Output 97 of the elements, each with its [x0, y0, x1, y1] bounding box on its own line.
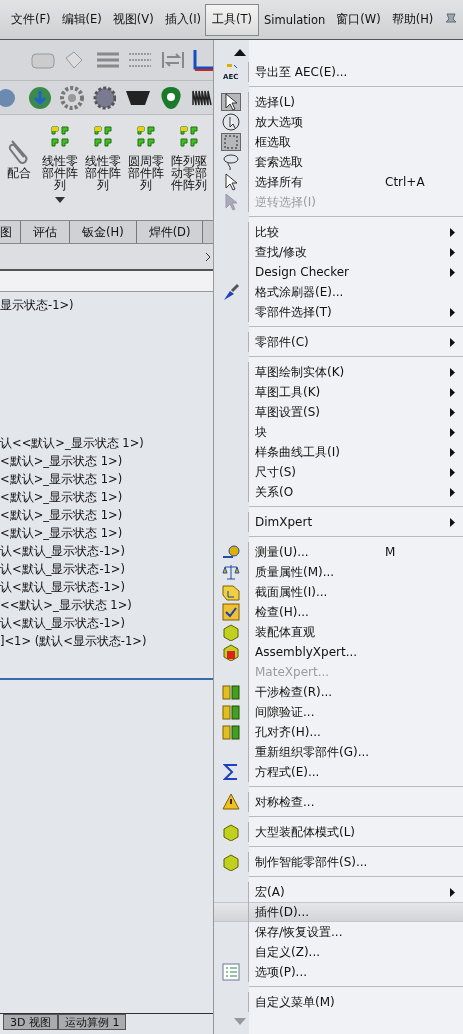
menu-item[interactable]: 对称检查... [214, 792, 463, 812]
menu-item[interactable]: 大型装配体模式(L) [214, 822, 463, 842]
menu-item[interactable]: 测量(U)... M [214, 542, 463, 562]
tree-item[interactable]: <默认>_显示状态 1>) [0, 470, 213, 488]
caret-icon[interactable] [54, 197, 65, 203]
sigma-icon [223, 763, 239, 781]
tree-item[interactable]: 认<<默认>_显示状态 1>) [0, 434, 213, 452]
command-button[interactable]: 线性零部件阵列 [81, 125, 124, 191]
tree-item[interactable]: 显示状态-1>) [0, 296, 213, 314]
tree-item[interactable]: 认<默认_显示状态-1>) [0, 560, 213, 578]
tab[interactable]: 焊件(D) [136, 221, 204, 243]
scroll-up-icon[interactable] [234, 48, 246, 56]
checkbox-icon [222, 603, 240, 621]
menu-item[interactable]: 选择所有 Ctrl+A [214, 172, 463, 192]
menu-item[interactable]: 关系(O [214, 482, 463, 502]
tab[interactable]: 3D 视图 [3, 1014, 58, 1030]
cursor-icon [223, 173, 239, 191]
menu-item[interactable]: 查找/修改 [214, 242, 463, 262]
menu-bar-item[interactable]: 插入(I) [163, 3, 203, 36]
menu-item[interactable]: 方程式(E)... [214, 762, 463, 782]
menu-bar-item[interactable]: 帮助(H) [390, 3, 435, 36]
submenu-arrow-icon [450, 337, 455, 347]
tape-measure-icon [222, 544, 240, 560]
menu-bar-item[interactable]: 视图(V) [111, 3, 155, 36]
blocks-icon [222, 703, 240, 721]
tab[interactable]: 钣金(H) [70, 221, 137, 243]
menu-item[interactable]: 格式涂刷器(E)... [214, 282, 463, 302]
menu-item[interactable]: 自定义(Z)... [214, 942, 463, 962]
tree-item[interactable]: <默认>_显示状态 1>) [0, 452, 213, 470]
command-button[interactable]: 阵列驱动零部件阵列 [167, 125, 210, 191]
menu-bar-item[interactable]: 窗口(W) [335, 3, 382, 36]
scroll-down-icon[interactable] [234, 1017, 246, 1025]
command-button[interactable]: 配合 [0, 125, 38, 179]
menu-item[interactable]: 草图绘制实体(K) [214, 362, 463, 382]
menu-bar-item[interactable]: 文件(F) [10, 3, 52, 36]
menu-bar-item[interactable]: Simulation [263, 3, 327, 36]
menu-item[interactable]: 比较 [214, 222, 463, 242]
menu-item[interactable]: 放大选项 [214, 112, 463, 132]
command-button[interactable]: 线性零部件阵列 [38, 125, 81, 203]
tree-item[interactable]: <默认>_显示状态 1>) [0, 488, 213, 506]
menu-item[interactable]: 框选取 [214, 132, 463, 152]
list-icon [222, 963, 240, 981]
menu-item[interactable]: 装配体直观 [214, 622, 463, 642]
menu-item[interactable]: 零部件选择(T) [214, 302, 463, 322]
menu-item[interactable]: AssemblyXpert... [214, 642, 463, 662]
submenu-arrow-icon [450, 517, 455, 527]
tab[interactable]: 图 [0, 221, 21, 243]
tree-item[interactable]: 认<默认_显示状态-1>) [0, 542, 213, 560]
blocks-icon [222, 683, 240, 701]
menu-item[interactable]: 间隙验证... [214, 702, 463, 722]
warning-icon [222, 793, 240, 811]
tree-item[interactable]: <默认>_显示状态 1>) [0, 506, 213, 524]
menu-item[interactable]: 草图工具(K) [214, 382, 463, 402]
menu-item[interactable]: 质量属性(M)... [214, 562, 463, 582]
chevron-icon[interactable] [205, 251, 211, 262]
blocks-icon [222, 723, 240, 741]
menu-item[interactable]: 选项(P)... [214, 962, 463, 982]
brush-icon [222, 283, 240, 301]
menu-item[interactable]: 套索选取 [214, 152, 463, 172]
scale-icon [222, 563, 240, 581]
menu-bar-item[interactable]: 编辑(E) [60, 3, 103, 36]
tree-item[interactable]: <默认>_显示状态 1>) [0, 524, 213, 542]
menu-item[interactable]: 块 [214, 422, 463, 442]
menu-item[interactable]: 制作智能零部件(S)... [214, 852, 463, 872]
tree-item[interactable]: ]<1> (默认<显示状态-1>) [0, 632, 213, 650]
lasso-icon [222, 153, 240, 171]
menu-item[interactable]: 尺寸(S) [214, 462, 463, 482]
submenu-arrow-icon [450, 887, 455, 897]
menu-item[interactable]: 样条曲线工具(I) [214, 442, 463, 462]
tree-item[interactable]: 认<默认_显示状态-1>) [0, 614, 213, 632]
tree-item[interactable]: <<默认>_显示状态 1>) [0, 596, 213, 614]
menu-bar-item[interactable]: 工具(T) [205, 3, 260, 36]
cursor-icon [223, 193, 239, 211]
menu-item[interactable]: 零部件(C) [214, 332, 463, 352]
submenu-arrow-icon [450, 307, 455, 317]
tab[interactable]: 评估 [21, 221, 70, 243]
menu-item[interactable]: Design Checker [214, 262, 463, 282]
menu-item[interactable]: 检查(H)... [214, 602, 463, 622]
dashed-box-icon [223, 134, 239, 150]
tab[interactable]: 运动算例 1 [57, 1014, 127, 1030]
command-button[interactable]: 圆周零部件阵列 [124, 125, 167, 191]
menu-item[interactable]: 插件(D)... [214, 902, 463, 922]
menu-item[interactable]: 保存/恢复设置... [214, 922, 463, 942]
menu-item[interactable]: 草图设置(S) [214, 402, 463, 422]
menu-item[interactable]: 干涉检查(R)... [214, 682, 463, 702]
menu-item[interactable]: DimXpert [214, 512, 463, 532]
gear-icon[interactable] [91, 84, 116, 111]
gear-icon[interactable] [59, 84, 84, 111]
menu-item[interactable]: 重新组织零部件(G)... [214, 742, 463, 762]
menu-item[interactable]: 孔对齐(H)... [214, 722, 463, 742]
menu-item[interactable]: 选择(L) [214, 92, 463, 112]
cursor-icon [223, 93, 239, 111]
globe-icon[interactable] [26, 84, 52, 111]
tree-item[interactable]: 认<默认_显示状态-1>) [0, 578, 213, 596]
menu-item[interactable]: 截面属性(I)... [214, 582, 463, 602]
circle-cursor-icon [222, 113, 240, 131]
menu-item[interactable]: 自定义菜单(M) [214, 992, 463, 1012]
